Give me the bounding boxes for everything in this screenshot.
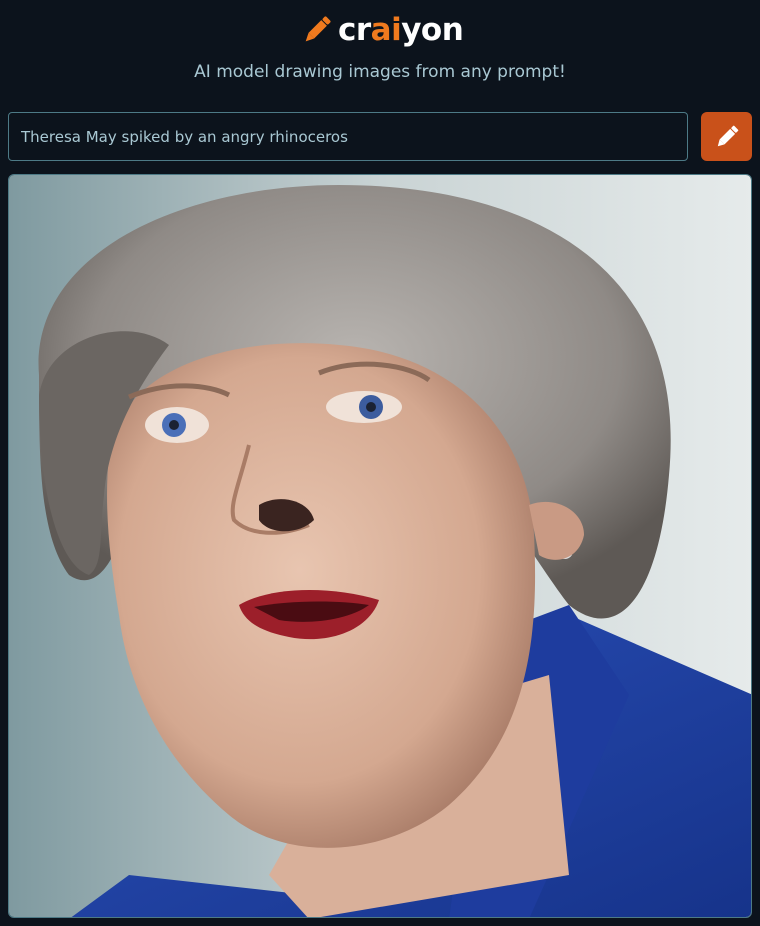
draw-button[interactable]	[701, 112, 752, 161]
logo-text-suffix: yon	[401, 12, 464, 48]
pencil-icon	[717, 125, 738, 146]
prompt-input[interactable]	[8, 112, 688, 161]
logo-text-accent: ai	[370, 12, 402, 48]
logo-text: craiyon	[338, 12, 464, 48]
generated-portrait-image	[9, 175, 751, 917]
logo[interactable]: craiyon	[300, 10, 464, 50]
tagline: AI model drawing images from any prompt!	[194, 62, 566, 82]
generated-image[interactable]	[8, 174, 752, 918]
logo-text-prefix: cr	[338, 12, 371, 48]
pencil-icon	[305, 16, 331, 42]
header: craiyon AI model drawing images from any…	[0, 0, 760, 100]
